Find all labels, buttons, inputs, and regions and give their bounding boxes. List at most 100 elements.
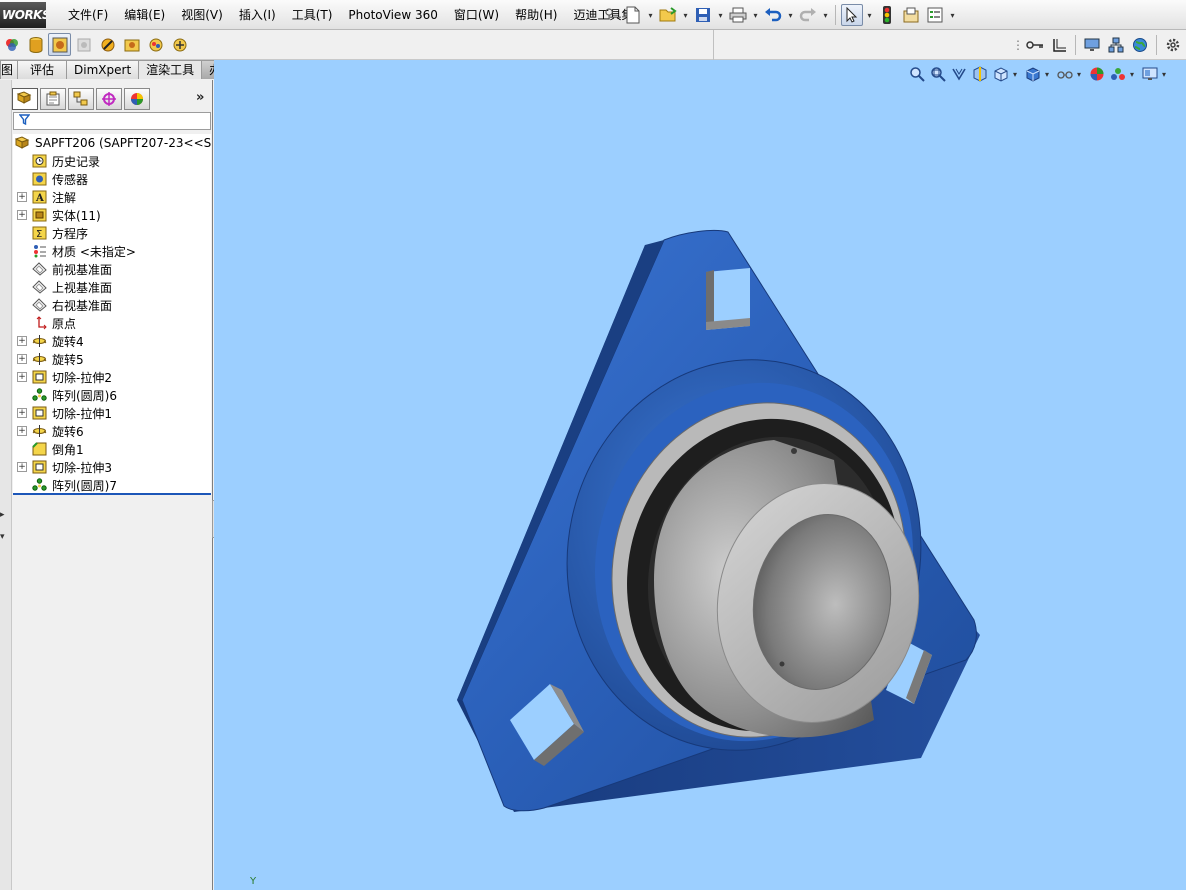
options-dropdown[interactable]: ▾ — [948, 11, 957, 20]
tree-item[interactable]: + 切除-拉伸1 — [13, 404, 211, 422]
property-manager-tab-icon[interactable] — [40, 88, 66, 110]
tree-item[interactable]: 原点 — [13, 314, 211, 332]
tree-item-label: 切除-拉伸1 — [52, 406, 112, 421]
tree-item[interactable]: 倒角1 — [13, 440, 211, 458]
tree-expand-icon[interactable]: + — [17, 372, 27, 382]
tree-root[interactable]: SAPFT206 (SAPFT207-23<<SA — [13, 134, 211, 152]
menu-help[interactable]: 帮助(H) — [507, 0, 565, 30]
open-folder-icon[interactable] — [657, 4, 679, 26]
toolbar-grip-icon[interactable]: ⋮ — [1012, 34, 1024, 56]
cylinder-icon[interactable] — [24, 33, 47, 56]
print-icon[interactable] — [727, 4, 749, 26]
tree-item[interactable]: 材质 <未指定> — [13, 242, 211, 260]
menu-photoview[interactable]: PhotoView 360 — [340, 0, 445, 30]
tab-dimxpert[interactable]: DimXpert — [66, 60, 140, 79]
decal-icon[interactable] — [144, 33, 167, 56]
menu-view[interactable]: 视图(V) — [173, 0, 231, 30]
tree-item[interactable]: 阵列(圆周)7 — [13, 476, 211, 494]
settings-gear-icon[interactable] — [1162, 34, 1184, 56]
menu-window[interactable]: 窗口(W) — [446, 0, 507, 30]
photo-render-icon[interactable] — [168, 33, 191, 56]
tree-item[interactable]: 阵列(圆周)6 — [13, 386, 211, 404]
plane-icon — [31, 279, 48, 295]
feature-manager-tab-icon[interactable] — [12, 88, 38, 110]
rollback-bar[interactable] — [13, 493, 211, 495]
display-manager-tab-icon[interactable] — [124, 88, 150, 110]
select-cursor-icon[interactable] — [841, 4, 863, 26]
revolve-icon — [31, 351, 48, 367]
tree-item[interactable]: + 实体(11) — [13, 206, 211, 224]
tab-evaluate[interactable]: 评估 — [17, 60, 68, 79]
configuration-manager-tab-icon[interactable] — [68, 88, 94, 110]
network-icon[interactable] — [1105, 34, 1127, 56]
tab-sketch-partial[interactable]: 图 — [0, 60, 19, 79]
bearing-model-3d[interactable] — [214, 60, 1186, 890]
tree-expand-icon[interactable]: + — [17, 462, 27, 472]
tree-expand-icon[interactable]: + — [17, 336, 27, 346]
new-document-icon[interactable] — [622, 4, 644, 26]
tree-item[interactable]: + 切除-拉伸3 — [13, 458, 211, 476]
appearance-icon[interactable] — [0, 33, 23, 56]
feature-tree-filter[interactable] — [13, 112, 211, 130]
redo-icon[interactable] — [797, 4, 819, 26]
tree-item[interactable]: 传感器 — [13, 170, 211, 188]
tree-item-label: 阵列(圆周)7 — [52, 478, 117, 493]
graphics-area[interactable]: ▾ ▾ ▾ ▾ ▾ Y — [214, 60, 1186, 890]
tree-item[interactable]: + 切除-拉伸2 — [13, 368, 211, 386]
redo-dropdown[interactable]: ▾ — [821, 11, 830, 20]
tree-item[interactable]: + 旋转4 — [13, 332, 211, 350]
rebuild-traffic-light-icon[interactable] — [876, 4, 898, 26]
render-region-icon[interactable] — [48, 33, 71, 56]
toolbar-divider — [713, 30, 714, 60]
menu-insert[interactable]: 插入(I) — [231, 0, 284, 30]
undo-dropdown[interactable]: ▾ — [786, 11, 795, 20]
render-options-gray-icon[interactable] — [72, 33, 95, 56]
key-icon[interactable] — [1024, 34, 1046, 56]
dimension-icon[interactable] — [1048, 34, 1070, 56]
undo-icon[interactable] — [762, 4, 784, 26]
tree-expand-icon[interactable]: + — [17, 192, 27, 202]
tree-item-label: 上视基准面 — [52, 280, 113, 295]
app-logo[interactable]: WORKS — [0, 2, 46, 28]
select-dropdown[interactable]: ▾ — [865, 11, 874, 20]
tree-item[interactable]: 前视基准面 — [13, 260, 211, 278]
toolbar-separator — [835, 5, 836, 25]
tree-item[interactable]: + A 注解 — [13, 188, 211, 206]
print-dropdown[interactable]: ▾ — [751, 11, 760, 20]
tree-item[interactable]: + 旋转5 — [13, 350, 211, 368]
monitor-icon[interactable] — [1081, 34, 1103, 56]
tree-expand-icon[interactable]: + — [17, 354, 27, 364]
options-icon[interactable] — [924, 4, 946, 26]
circular-pattern-icon — [31, 387, 48, 403]
new-document-dropdown[interactable]: ▾ — [646, 11, 655, 20]
tree-item[interactable]: 右视基准面 — [13, 296, 211, 314]
strip-arrow-icon[interactable]: ▸ — [0, 510, 10, 520]
final-render-icon[interactable] — [96, 33, 119, 56]
tree-item[interactable]: Σ 方程序 — [13, 224, 211, 242]
tree-item-label: 方程序 — [52, 226, 89, 241]
save-dropdown[interactable]: ▾ — [716, 11, 725, 20]
menu-file[interactable]: 文件(F) — [60, 0, 116, 30]
menu-edit[interactable]: 编辑(E) — [116, 0, 173, 30]
tree-item[interactable]: 上视基准面 — [13, 278, 211, 296]
tree-expand-icon[interactable]: + — [17, 426, 27, 436]
open-dropdown[interactable]: ▾ — [681, 11, 690, 20]
strip-arrow-icon[interactable]: ▾ — [0, 532, 10, 542]
plane-icon — [31, 261, 48, 277]
pin-icon[interactable]: ⚲ — [601, 7, 617, 23]
file-properties-icon[interactable] — [900, 4, 922, 26]
cut-extrude-icon — [31, 405, 48, 421]
tree-expand-icon[interactable]: + — [17, 210, 27, 220]
tree-item[interactable]: 历史记录 — [13, 152, 211, 170]
globe-icon[interactable] — [1129, 34, 1151, 56]
panel-expand-icon[interactable]: » — [196, 90, 204, 105]
save-icon[interactable] — [692, 4, 714, 26]
tree-item[interactable]: + 旋转6 — [13, 422, 211, 440]
menu-tools[interactable]: 工具(T) — [284, 0, 341, 30]
scene-icon[interactable] — [120, 33, 143, 56]
dimxpert-manager-tab-icon[interactable] — [96, 88, 122, 110]
cut-extrude-icon — [31, 459, 48, 475]
tab-render-tools[interactable]: 渲染工具 — [138, 60, 203, 79]
tree-expand-icon[interactable]: + — [17, 408, 27, 418]
tree-item-label: 前视基准面 — [52, 262, 113, 277]
